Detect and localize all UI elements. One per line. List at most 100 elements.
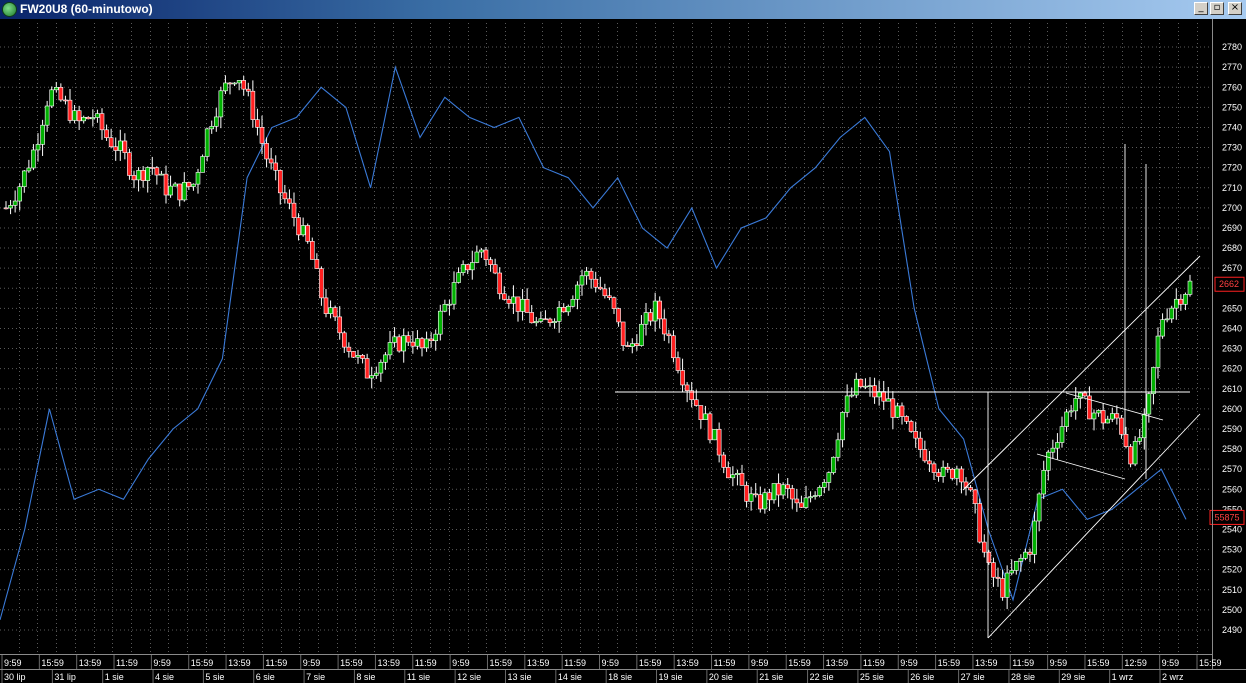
close-button[interactable]: ×	[1228, 2, 1242, 15]
candle-body	[895, 405, 900, 418]
candle-body	[1027, 551, 1033, 555]
candle-body	[812, 495, 818, 497]
candle-body	[501, 293, 507, 300]
candle-body	[643, 312, 649, 325]
restore-button[interactable]: ▫	[1210, 2, 1224, 15]
candle-body	[236, 80, 242, 84]
time-label: 11:59	[1012, 658, 1034, 668]
date-label: 6 sie	[256, 672, 275, 682]
date-label: 18 sie	[608, 672, 632, 682]
date-label: 31 lip	[54, 672, 76, 682]
minimize-button[interactable]: _	[1194, 2, 1208, 15]
time-label: 9:59	[602, 658, 620, 668]
candle-body	[588, 270, 594, 280]
y-tick-label: 2490	[1222, 625, 1242, 635]
candle-body	[794, 498, 800, 504]
candle-body	[799, 502, 804, 508]
candle-body	[748, 493, 754, 502]
candlestick-chart[interactable]: 2490250025102520253025402550256025702580…	[0, 19, 1246, 683]
candle-body	[451, 282, 457, 305]
candle-body	[776, 483, 781, 496]
time-label: 11:59	[265, 658, 287, 668]
candle-body	[44, 105, 50, 126]
candle-body	[1082, 392, 1088, 397]
candle-body	[547, 318, 553, 324]
time-label: 13:59	[527, 658, 550, 668]
date-label: 12 sie	[457, 672, 481, 682]
candle-body	[826, 472, 832, 483]
candle-body	[693, 399, 699, 406]
candle-body	[1100, 410, 1106, 424]
date-label: 4 sie	[155, 672, 174, 682]
date-label: 8 sie	[356, 672, 375, 682]
candle-body	[639, 323, 644, 346]
candle-body	[1055, 442, 1060, 449]
candle-body	[899, 405, 905, 417]
candle-body	[730, 474, 736, 479]
app-icon[interactable]	[2, 2, 17, 17]
candle-body	[337, 316, 343, 334]
date-label: 25 sie	[860, 672, 884, 682]
candle-body	[1119, 417, 1124, 435]
date-label: 20 sie	[709, 672, 733, 682]
candle-body	[17, 186, 23, 202]
time-label: 15:59	[41, 658, 64, 668]
y-tick-label: 2610	[1222, 384, 1242, 394]
date-label: 2 wrz	[1162, 672, 1184, 682]
candle-body	[410, 341, 416, 347]
candle-body	[835, 439, 841, 458]
candle-body	[620, 321, 626, 346]
candle-body	[428, 338, 434, 342]
candle-body	[680, 370, 685, 386]
candle-body	[177, 183, 183, 201]
y-tick-label: 2770	[1222, 62, 1242, 72]
y-tick-label: 2730	[1222, 143, 1242, 153]
candle-body	[300, 225, 306, 236]
indicator-value-label: 55875	[1214, 512, 1239, 522]
candle-body	[675, 357, 681, 371]
candle-body	[986, 551, 992, 563]
candle-body	[808, 496, 813, 499]
candle-body	[1050, 447, 1056, 453]
window-title: FW20U8 (60-minutowo)	[20, 2, 153, 16]
candle-body	[853, 378, 859, 396]
candle-body	[1032, 520, 1037, 555]
candle-body	[1041, 470, 1047, 495]
time-label: 15:59	[489, 658, 512, 668]
candle-body	[1023, 551, 1028, 559]
candle-body	[780, 484, 786, 496]
candle-body	[785, 484, 791, 489]
candle-body	[497, 272, 503, 295]
y-tick-label: 2570	[1222, 464, 1242, 474]
last-price-label: 2662	[1219, 279, 1239, 289]
date-label: 1 sie	[105, 672, 124, 682]
candle-body	[611, 297, 617, 309]
candle-body	[625, 345, 631, 347]
candle-body	[936, 472, 941, 477]
candle-body	[927, 460, 932, 465]
candle-body	[913, 431, 919, 439]
candle-body	[867, 385, 873, 387]
candle-body	[849, 394, 855, 397]
time-label: 15:59	[1199, 658, 1222, 668]
candle-body	[200, 156, 205, 173]
candle-body	[415, 338, 420, 347]
candle-body	[474, 251, 480, 263]
date-label: 21 sie	[759, 672, 783, 682]
candle-body	[492, 264, 498, 274]
candle-body	[305, 225, 311, 242]
candle-body	[538, 318, 544, 322]
candle-body	[433, 333, 439, 342]
candle-body	[8, 205, 13, 209]
date-label: 26 sie	[910, 672, 934, 682]
candle-body	[1173, 298, 1179, 309]
candle-body	[396, 336, 402, 352]
candle-body	[671, 335, 676, 359]
y-tick-label: 2540	[1222, 524, 1242, 534]
candle-body	[241, 80, 247, 90]
candle-body	[227, 82, 233, 85]
candle-body	[117, 140, 123, 151]
date-label: 27 sie	[961, 672, 985, 682]
candle-body	[488, 259, 493, 265]
candle-body	[145, 167, 151, 181]
